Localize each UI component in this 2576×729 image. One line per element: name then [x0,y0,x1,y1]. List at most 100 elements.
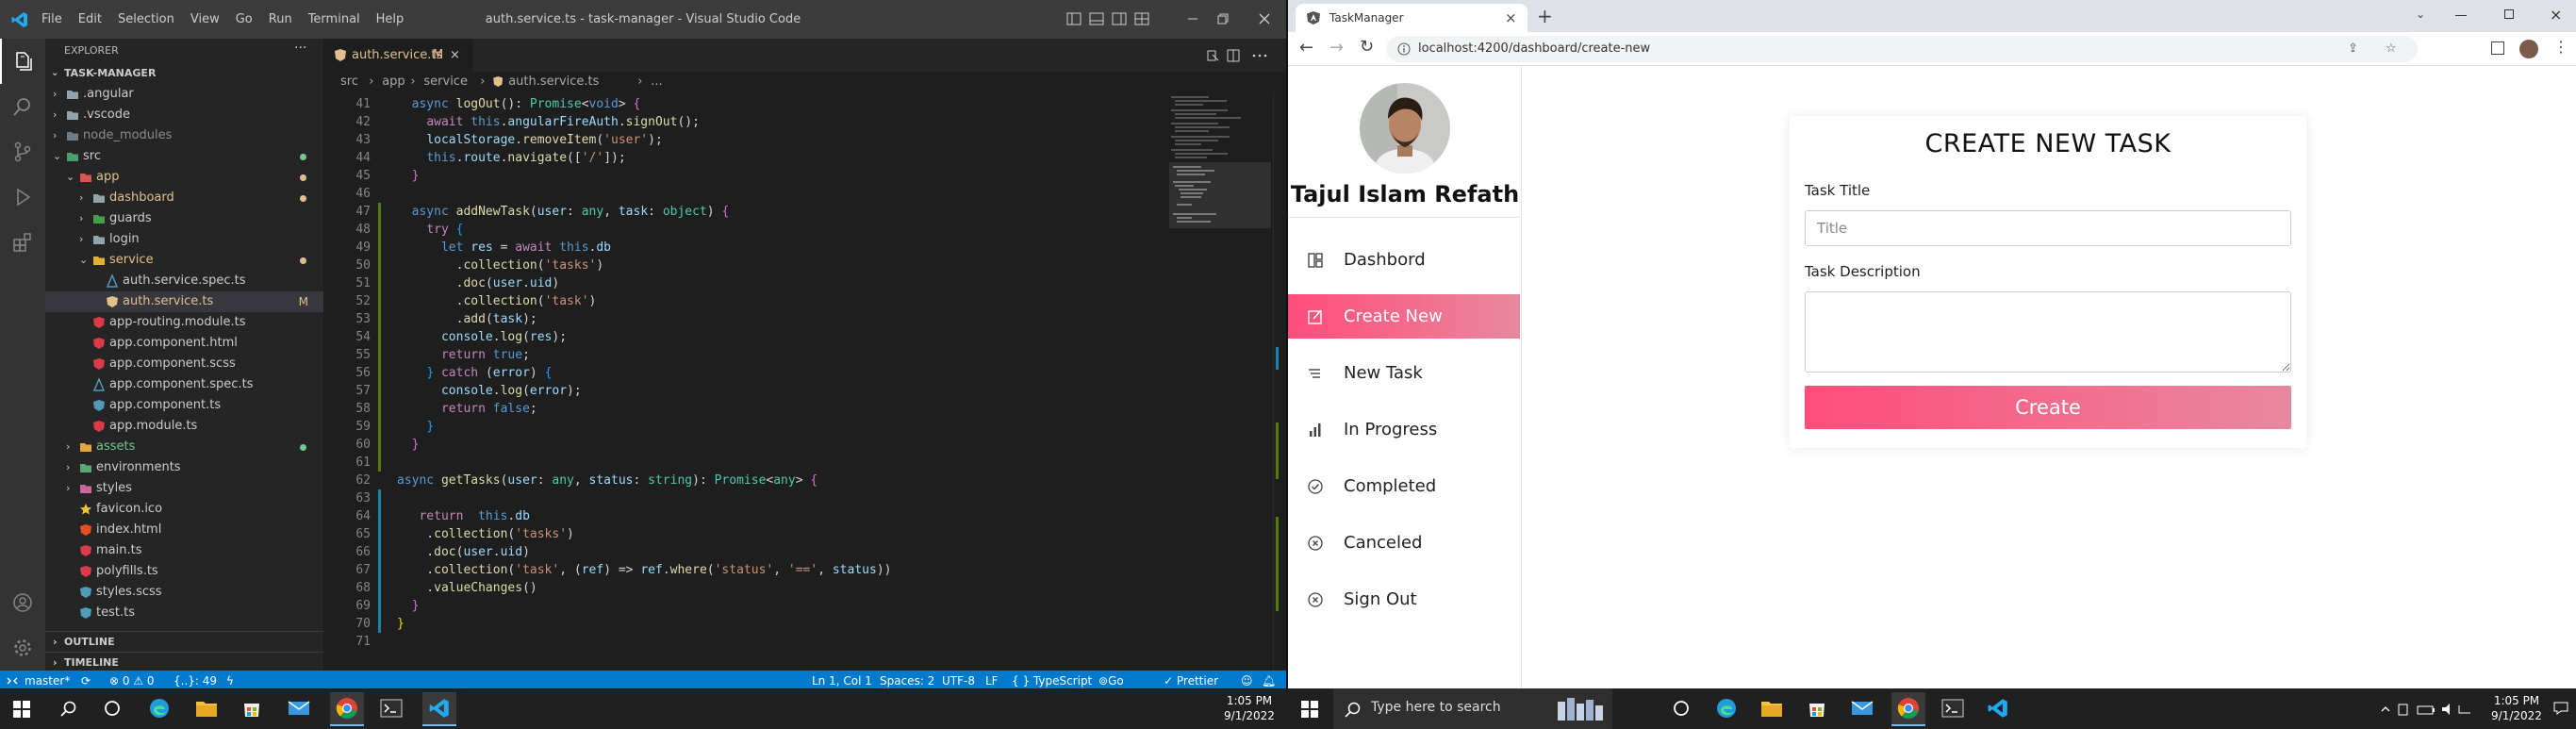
windows-start-icon[interactable] [1301,701,1318,718]
profile-avatar[interactable] [2519,40,2538,58]
search-icon[interactable] [57,696,81,721]
tree-item[interactable]: favicon.ico [45,499,323,520]
sidebar-item-create-new[interactable]: Create New [1288,294,1520,339]
forward-button[interactable]: → [1329,38,1344,58]
tree-item[interactable]: › assets [45,437,323,457]
terminal-icon[interactable] [1940,696,1965,721]
scrollbar[interactable] [1273,92,1286,671]
sidebar-item-completed[interactable]: Completed [1288,464,1520,508]
tree-item[interactable]: auth.service.spec.ts [45,271,323,291]
remote-icon[interactable] [6,671,25,688]
mail-icon[interactable] [287,696,311,721]
menu-help[interactable]: Help [376,12,405,26]
notifications-bell-icon[interactable]: 🔔︎ [1262,671,1276,688]
tree-item[interactable]: app.component.spec.ts [45,374,323,395]
close-tab-icon[interactable]: × [450,39,460,72]
minimize-button[interactable] [2455,15,2467,16]
menu-file[interactable]: File [41,12,62,26]
restore-button[interactable] [1209,9,1237,28]
tree-item[interactable]: app.component.scss [45,354,323,374]
tree-item[interactable]: ⌄ src [45,146,323,167]
system-tray-icons[interactable] [2380,702,2478,717]
tree-item[interactable]: › node_modules [45,125,323,146]
feedback-icon[interactable]: ☺ [1241,671,1253,688]
tree-item[interactable]: app.component.html [45,333,323,354]
tab-search-icon[interactable]: ⌄ [2416,8,2425,21]
sidebar-item-in-progress[interactable]: In Progress [1288,407,1520,452]
store-icon[interactable] [1805,696,1829,721]
explorer-icon[interactable] [0,39,45,84]
timeline-section[interactable]: › TIMELINE [45,652,323,672]
account-icon[interactable] [0,580,45,625]
tree-item[interactable]: app.module.ts [45,416,323,437]
cortana-icon[interactable] [1669,696,1693,721]
clock[interactable]: 1:05 PM 9/1/2022 [2485,693,2548,723]
info-icon[interactable] [1397,42,1411,56]
store-icon[interactable] [239,696,264,721]
edge-icon[interactable] [1714,696,1739,721]
minimap[interactable] [1169,92,1271,253]
menu-go[interactable]: Go [236,12,253,26]
cortana-icon[interactable] [100,696,124,721]
chrome-icon[interactable] [1891,692,1925,726]
minimize-button[interactable] [1179,9,1207,28]
edge-icon[interactable] [147,696,172,721]
breadcrumb-item[interactable]: service [423,72,468,92]
explorer-more-icon[interactable]: ··· [294,41,306,56]
file-explorer-icon[interactable] [194,696,219,721]
tree-item[interactable]: › guards [45,208,323,229]
restore-button[interactable] [2504,9,2514,19]
task-title-input[interactable] [1805,210,2291,246]
chrome-icon[interactable] [330,692,364,726]
encoding[interactable]: UTF-8 [942,671,975,688]
side-panel-icon[interactable] [2491,41,2504,55]
browser-tab[interactable]: TaskManager × [1296,4,1527,32]
tree-item[interactable]: › environments [45,457,323,478]
menu-terminal[interactable]: Terminal [308,12,360,26]
bookmark-star-icon[interactable]: ☆ [2386,36,2397,62]
sidebar-item-sign-out[interactable]: Sign Out [1288,577,1520,621]
tree-item[interactable]: auth.service.ts M [45,291,323,312]
create-button[interactable]: Create [1805,386,2291,429]
tree-item[interactable]: styles.scss [45,582,323,603]
sync-icon[interactable]: ⟳ [81,671,91,688]
outline-section[interactable]: › OUTLINE [45,631,323,652]
tree-item[interactable]: ⌄ service [45,250,323,271]
cursor-position[interactable]: Ln 1, Col 1 [812,671,872,688]
tree-item[interactable]: test.ts [45,603,323,623]
sidebar-item-canceled[interactable]: Canceled [1288,521,1520,565]
settings-gear-icon[interactable] [0,625,45,671]
sidebar-item-dashbord[interactable]: Dashbord [1288,238,1520,282]
tree-item[interactable]: app.component.ts [45,395,323,416]
tree-item[interactable]: index.html [45,520,323,540]
tab-auth-service[interactable]: auth.service.ts M × [323,39,472,72]
menu-edit[interactable]: Edit [78,12,102,26]
prettier-status[interactable]: ✓ Prettier [1164,671,1218,688]
tree-item[interactable]: › .angular [45,84,323,105]
terminal-icon[interactable] [379,696,404,721]
problems-count[interactable]: ⊗ 0 ⚠ 0 [109,671,155,688]
language-mode[interactable]: { } TypeScript [1012,671,1092,688]
file-explorer-icon[interactable] [1759,696,1784,721]
close-button[interactable]: × [2550,6,2562,24]
sidebar-item-new-task[interactable]: New Task [1288,351,1520,395]
source-control-icon[interactable] [0,129,45,174]
menu-run[interactable]: Run [269,12,292,26]
back-button[interactable]: ← [1299,38,1313,58]
breadcrumb-item[interactable]: auth.service.ts [508,72,599,92]
vscode-taskbar-icon[interactable] [422,692,456,726]
reload-button[interactable]: ↻ [1360,37,1374,57]
tree-item[interactable]: › .vscode [45,105,323,125]
notification-center-icon[interactable] [2553,702,2568,715]
go-live-button[interactable]: ⊚ Go Live [1098,671,1124,688]
mail-icon[interactable] [1850,696,1874,721]
breadcrumb-item[interactable]: app [382,72,405,92]
clock[interactable]: 1:05 PM 9/1/2022 [1218,693,1280,723]
tree-item[interactable]: polyfills.ts [45,561,323,582]
tree-item[interactable]: › dashboard [45,188,323,208]
extensions-icon[interactable] [0,220,45,265]
close-tab-icon[interactable]: × [1505,4,1517,32]
new-tab-button[interactable]: + [1537,4,1553,28]
tree-item[interactable]: › styles [45,478,323,499]
vscode-taskbar-icon[interactable] [1986,696,2010,721]
